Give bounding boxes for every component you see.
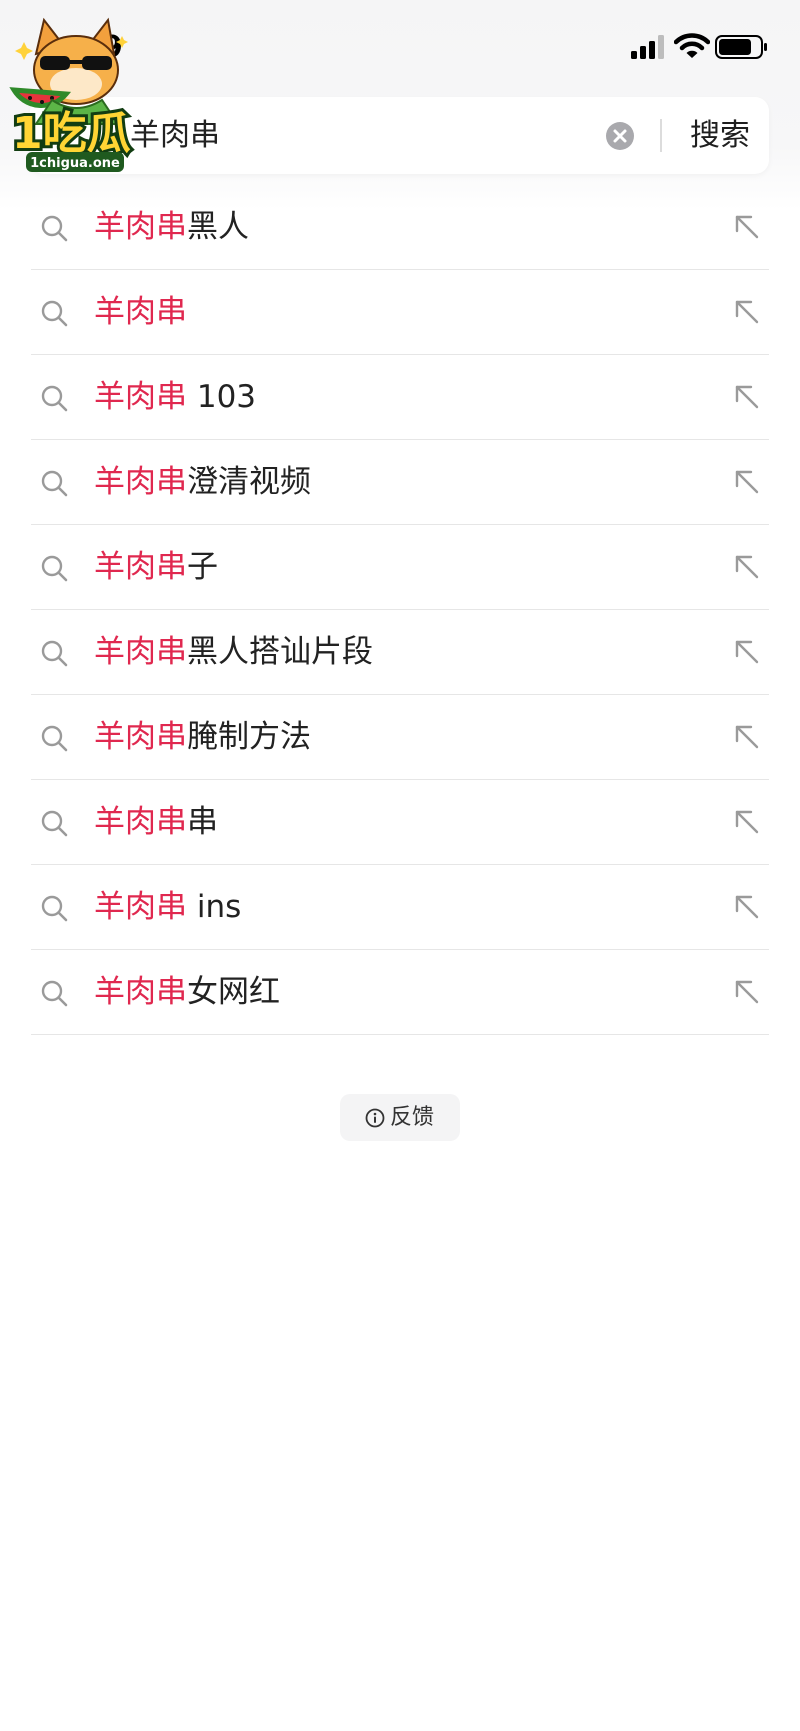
wifi-icon: [674, 33, 710, 58]
search-input[interactable]: [130, 97, 610, 174]
fill-arrow-icon[interactable]: [733, 723, 761, 751]
suggestion-keyword: 羊肉串: [94, 294, 187, 330]
search-divider: [660, 119, 662, 152]
suggestion-row[interactable]: 羊肉串 103: [0, 355, 800, 440]
suggestion-keyword: 羊肉串: [94, 719, 187, 755]
fill-arrow-icon[interactable]: [733, 298, 761, 326]
search-icon: [41, 215, 68, 242]
search-icon: [41, 385, 68, 412]
suggestion-rest: ins: [187, 889, 242, 925]
fill-arrow-icon[interactable]: [733, 893, 761, 921]
search-icon: [41, 470, 68, 497]
suggestion-text: 羊肉串: [94, 270, 187, 355]
suggestion-row[interactable]: 羊肉串黑人: [0, 185, 800, 270]
suggestion-row[interactable]: 羊肉串 ins: [0, 865, 800, 950]
suggestion-keyword: 羊肉串: [94, 549, 187, 585]
fill-arrow-icon[interactable]: [733, 383, 761, 411]
suggestion-keyword: 羊肉串: [94, 804, 187, 840]
fill-arrow-icon[interactable]: [733, 978, 761, 1006]
feedback-label: 反馈: [390, 1105, 435, 1130]
suggestion-rest: 串: [187, 804, 218, 840]
search-button[interactable]: 搜索: [680, 97, 760, 174]
fill-arrow-icon[interactable]: [733, 808, 761, 836]
fill-arrow-icon[interactable]: [733, 468, 761, 496]
suggestion-text: 羊肉串澄清视频: [94, 440, 311, 525]
suggestion-row[interactable]: 羊肉串子: [0, 525, 800, 610]
suggestion-text: 羊肉串黑人搭讪片段: [94, 610, 373, 695]
search-icon: [41, 725, 68, 752]
search-icon: [41, 810, 68, 837]
suggestion-text: 羊肉串串: [94, 780, 218, 865]
suggestion-keyword: 羊肉串: [94, 379, 187, 415]
suggestion-row[interactable]: 羊肉串串: [0, 780, 800, 865]
clear-icon[interactable]: [605, 121, 635, 151]
search-icon: [41, 640, 68, 667]
suggestion-text: 羊肉串 ins: [94, 865, 241, 950]
suggestion-rest: 腌制方法: [187, 719, 311, 755]
suggestion-keyword: 羊肉串: [94, 634, 187, 670]
search-icon: [41, 555, 68, 582]
info-icon: [365, 1108, 385, 1128]
battery-icon: [715, 35, 767, 59]
search-icon: [41, 980, 68, 1007]
suggestion-row[interactable]: 羊肉串女网红: [0, 950, 800, 1035]
suggestion-row[interactable]: 羊肉串腌制方法: [0, 695, 800, 780]
fill-arrow-icon[interactable]: [733, 213, 761, 241]
suggestion-row[interactable]: 羊肉串澄清视频: [0, 440, 800, 525]
fill-arrow-icon[interactable]: [733, 638, 761, 666]
suggestion-text: 羊肉串女网红: [94, 950, 280, 1035]
suggestion-rest: 黑人搭讪片段: [187, 634, 373, 670]
search-icon: [41, 300, 68, 327]
suggestion-rest: 黑人: [187, 209, 249, 245]
suggestion-text: 羊肉串黑人: [94, 185, 249, 270]
fill-arrow-icon[interactable]: [733, 553, 761, 581]
watermark-sub-text: 1chigua.one: [30, 156, 120, 171]
suggestion-text: 羊肉串子: [94, 525, 218, 610]
suggestion-row[interactable]: 羊肉串黑人搭讪片段: [0, 610, 800, 695]
search-icon: [41, 895, 68, 922]
suggestion-text: 羊肉串腌制方法: [94, 695, 311, 780]
feedback-button[interactable]: 反馈: [340, 1094, 460, 1141]
suggestion-keyword: 羊肉串: [94, 889, 187, 925]
watermark-logo: 1吃瓜 1chigua.one: [9, 17, 134, 172]
suggestion-text: 羊肉串 103: [94, 355, 256, 440]
suggestion-rest: 103: [187, 379, 257, 415]
suggestion-row[interactable]: 羊肉串: [0, 270, 800, 355]
suggestion-rest: 女网红: [187, 974, 280, 1010]
suggestion-list: 羊肉串黑人 羊肉串 羊肉串 103 羊肉串澄清视频 羊肉串子 羊肉串黑人搭讪片段 羊肉串腌制…: [0, 185, 800, 1035]
suggestion-keyword: 羊肉串: [94, 209, 187, 245]
watermark-main-text: 1吃瓜: [12, 108, 131, 159]
suggestion-rest: 澄清视频: [187, 464, 311, 500]
row-divider: [31, 1034, 769, 1035]
suggestion-rest: 子: [187, 549, 218, 585]
suggestion-keyword: 羊肉串: [94, 974, 187, 1010]
suggestion-keyword: 羊肉串: [94, 464, 187, 500]
signal-icon: [631, 35, 664, 59]
